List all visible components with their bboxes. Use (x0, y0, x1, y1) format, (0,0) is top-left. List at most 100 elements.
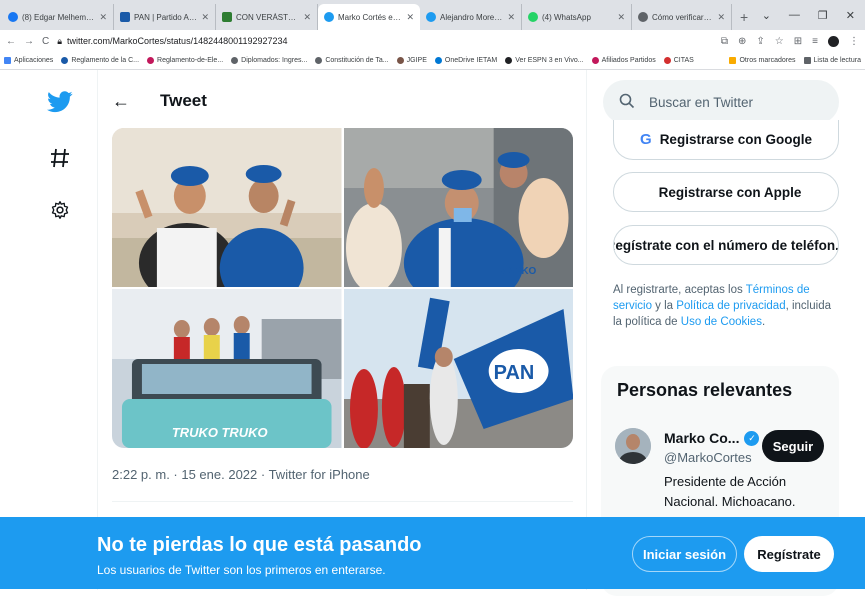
legal-text: Al registrarte, aceptas los (613, 284, 746, 296)
twitter-icon (324, 12, 334, 22)
browser-tab[interactable]: (4) WhatsApp ✕ (522, 4, 632, 30)
phone-signup-button[interactable]: Regístrate con el número de teléfon... (613, 225, 839, 265)
search-icon (619, 93, 635, 112)
browser-tab[interactable]: PAN | Partido Acción Na ✕ (114, 4, 216, 30)
window-close-icon[interactable]: ✕ (846, 9, 855, 22)
tab-title: CON VERÁSTEGUI, TAM (236, 12, 300, 22)
bookmark-item[interactable]: Ver ESPN 3 en Vivo... (505, 57, 584, 64)
close-icon[interactable]: ✕ (406, 12, 414, 23)
bookmark-item[interactable]: Constitución de Ta... (315, 57, 389, 64)
avatar[interactable] (615, 428, 651, 464)
bookmarks-right: Otros marcadores Lista de lectura (729, 57, 861, 64)
twitter-icon (426, 12, 436, 22)
tweet-column: ← Tweet MARKO TRUKO TRUKO PAN 2:22 p. m.… (97, 70, 587, 590)
back-icon[interactable]: ← (6, 36, 16, 47)
other-bookmarks[interactable]: Otros marcadores (729, 57, 796, 64)
search-input[interactable]: Buscar en Twitter (603, 80, 839, 124)
bookmark-star-icon[interactable]: ☆ (775, 36, 784, 47)
google-icon: G (640, 131, 652, 148)
bookmark-item[interactable]: Reglamento de la C... (61, 57, 139, 64)
bookmark-label: Reglamento de la C... (71, 57, 140, 64)
minimize-icon[interactable]: — (789, 9, 800, 21)
bookmark-label: Afiliados Partidos (601, 57, 656, 64)
google-signup-button[interactable]: G Registrarse con Google (613, 120, 839, 160)
login-button[interactable]: Iniciar sesión (632, 536, 737, 572)
apple-signup-button[interactable]: Registrarse con Apple (613, 172, 839, 212)
forward-icon[interactable]: → (24, 36, 34, 47)
bookmark-label: Constitución de Ta... (325, 57, 389, 64)
site-icon (591, 57, 599, 64)
settings-gear-icon[interactable] (40, 192, 80, 228)
browser-tab[interactable]: (8) Edgar Melhem Salin ✕ (2, 4, 114, 30)
google-button-label: Registrarse con Google (659, 132, 812, 147)
bookmark-item[interactable]: Diplomados: Ingres... (231, 57, 307, 64)
url-field[interactable]: 🔒︎ twitter.com/MarkoCortes/status/148244… (57, 31, 713, 51)
site-icon (61, 57, 69, 64)
cookies-link[interactable]: Uso de Cookies (681, 316, 762, 328)
twitter-logo-icon[interactable] (40, 84, 80, 120)
tab-title: (8) Edgar Melhem Salin (22, 12, 95, 22)
extension-icon[interactable]: ⊞ (794, 36, 802, 47)
install-icon[interactable]: ⧉ (721, 36, 728, 47)
bookmark-label: Reglamento-de-Ele... (157, 57, 224, 64)
tab-title: Alejandro Moreno en T (440, 12, 504, 22)
tweet-photo-3[interactable]: TRUKO TRUKO (112, 289, 342, 448)
bookmark-item[interactable]: Reglamento-de-Ele... (147, 57, 223, 64)
infinity-icon (638, 12, 648, 22)
explore-hashtag-icon[interactable] (40, 140, 80, 176)
apple-button-label: Registrarse con Apple (658, 184, 802, 200)
reload-icon[interactable]: C (42, 36, 49, 47)
user-name-text: Marko Co... (664, 430, 740, 446)
user-handle[interactable]: @MarkoCortes (664, 450, 752, 465)
browser-tab[interactable]: Alejandro Moreno en T ✕ (420, 4, 522, 30)
browser-tab[interactable]: CON VERÁSTEGUI, TAM ✕ (216, 4, 318, 30)
browser-tab-active[interactable]: Marko Cortés en Twitte ✕ (318, 4, 420, 30)
right-sidebar: Buscar en Twitter G Registrarse con Goog… (601, 70, 865, 596)
legal-text: . (761, 316, 766, 328)
back-arrow-icon[interactable]: ← (112, 91, 130, 112)
share-icon[interactable]: ⇪ (756, 36, 764, 47)
profile-avatar[interactable] (828, 35, 839, 47)
close-icon[interactable]: ✕ (617, 12, 625, 23)
bookmark-item[interactable]: JGIPE (396, 57, 427, 64)
window-controls: ⌄ — ❐ ✕ (762, 0, 865, 30)
bookmark-item[interactable]: CITAS (663, 57, 694, 64)
zoom-icon[interactable]: ⊕ (738, 36, 746, 47)
gmail-icon (222, 12, 232, 22)
site-icon (505, 57, 513, 64)
apps-grid-icon (4, 57, 11, 64)
bookmark-item[interactable]: OneDrive IETAM (434, 57, 498, 64)
page-title: Tweet (160, 91, 207, 110)
close-icon[interactable]: ✕ (201, 12, 209, 23)
close-icon[interactable]: ✕ (303, 12, 311, 23)
close-icon[interactable]: ✕ (717, 12, 725, 23)
new-tab-button[interactable]: + (732, 4, 756, 30)
bookmark-item[interactable]: Afiliados Partidos (591, 57, 656, 64)
user-bio: Presidente de Acción Nacional. Michoacan… (664, 474, 796, 509)
close-icon[interactable]: ✕ (507, 12, 515, 23)
menu-icon[interactable]: ⋮ (849, 36, 859, 47)
bookmark-label: CITAS (673, 57, 694, 64)
tweet-photo-1[interactable] (112, 128, 342, 287)
close-icon[interactable]: ✕ (99, 12, 107, 23)
reading-list[interactable]: Lista de lectura (803, 57, 861, 64)
user-name[interactable]: Marko Co... ✓ (664, 430, 760, 446)
bookmark-label: Otros marcadores (739, 57, 796, 64)
browser-tab[interactable]: Cómo verificar una cue ✕ (632, 4, 732, 30)
follow-button[interactable]: Seguir (762, 430, 824, 462)
tab-title: Cómo verificar una cue (652, 12, 713, 22)
tweet-photo-4[interactable]: PAN (343, 289, 573, 448)
bookmark-apps[interactable]: Aplicaciones (4, 57, 53, 64)
photo-text-truko: TRUKO TRUKO (172, 425, 268, 440)
tweet-photo-2[interactable]: MARKO (343, 128, 573, 287)
reading-list-icon[interactable]: ≡ (812, 36, 818, 47)
privacy-link[interactable]: Política de privacidad (676, 300, 785, 312)
legal-notice: Al registrarte, aceptas los Términos de … (613, 282, 839, 330)
tweet-timestamp[interactable]: 2:22 p. m. · 15 ene. 2022 · Twitter for … (112, 467, 370, 482)
bookmark-label: JGIPE (406, 57, 427, 64)
maximize-icon[interactable]: ❐ (818, 9, 828, 22)
register-button[interactable]: Regístrate (744, 536, 834, 572)
bookmark-label: OneDrive IETAM (444, 57, 498, 64)
tab-search-icon[interactable]: ⌄ (762, 9, 771, 22)
tweet-header: ← Tweet (98, 70, 586, 132)
